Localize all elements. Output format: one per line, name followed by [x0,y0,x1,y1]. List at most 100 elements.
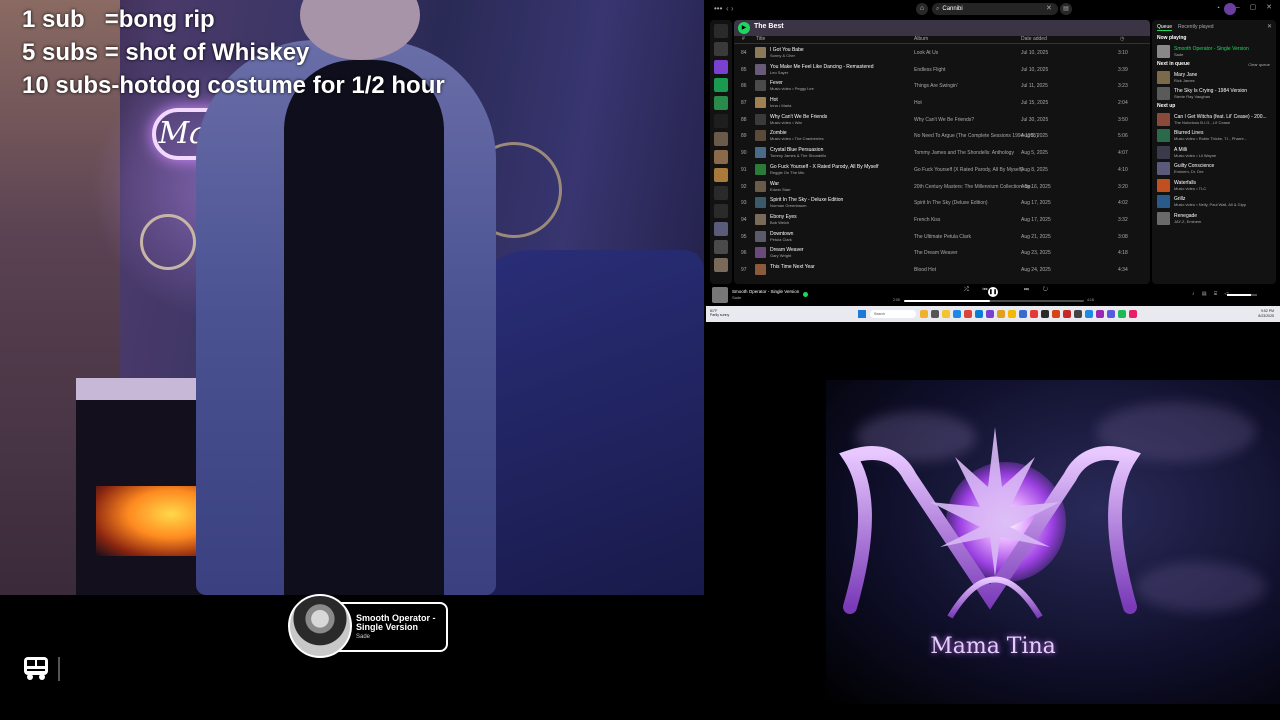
taskbar-app-icon[interactable] [1074,310,1082,318]
taskbar-app-icon[interactable] [1107,310,1115,318]
avatar[interactable] [1224,3,1236,15]
taskbar-app-icon[interactable] [1052,310,1060,318]
shuffle-icon[interactable]: ⤮ [964,287,975,293]
taskbar-app-icon[interactable] [942,310,950,318]
track-artist[interactable]: Gary Wright [770,253,791,258]
menu-icon[interactable]: ••• [714,4,722,13]
sidebar-playlist[interactable] [714,222,728,236]
track-album[interactable]: Spirit In The Sky (Deluxe Edition) [914,200,988,206]
sidebar-playlist[interactable] [714,96,728,110]
queue-item[interactable]: Waterfalls Music video • TLC [1152,177,1276,194]
tab-queue[interactable]: Queue [1157,24,1173,31]
saved-check-icon[interactable] [803,292,808,297]
taskbar-app-icon[interactable] [997,310,1005,318]
weather-widget[interactable]: 81°F Partly sunny [710,309,729,317]
queue-item[interactable]: Grillz Music video • Nelly, Paul Wall, Al… [1152,193,1276,210]
track-row[interactable]: 91 Go Fuck Yourself - X Rated Parody, All… [734,161,1150,178]
col-date[interactable]: Date added [1021,36,1047,42]
taskbar-app-icon[interactable] [1096,310,1104,318]
search-input[interactable]: ⌕ Cannibi [932,3,1058,15]
track-artist[interactable]: Music video • Peggy Lee [770,86,814,91]
sidebar-playlist[interactable] [714,168,728,182]
taskbar-app-icon[interactable] [1008,310,1016,318]
taskbar-app-icon[interactable] [1030,310,1038,318]
taskbar-app-icon[interactable] [920,310,928,318]
track-album[interactable]: French Kiss [914,217,940,223]
track-row[interactable]: 96 Dream Weaver Gary Wright The Dream Weave… [734,244,1150,261]
track-artist[interactable]: Bob Welch [770,220,789,225]
sidebar-playlist[interactable] [714,258,728,272]
library-icon[interactable] [714,24,728,38]
player-extras[interactable]: ♪ ▤ ⌸ ◁ [1192,291,1231,297]
progress-bar[interactable] [904,300,1084,302]
track-artist[interactable]: Sonny & Cher [770,53,795,58]
queue-item[interactable]: Can I Get Witcha (feat. Lil' Cease) - 20… [1152,111,1276,128]
queue-item[interactable]: A Milli Music video • Lil Wayne [1152,144,1276,161]
taskbar-app-icon[interactable] [975,310,983,318]
back-forward-icon[interactable]: ‹ › [726,4,734,13]
track-artist[interactable]: Tommy James & The Shondells [770,153,826,158]
queue-now-playing[interactable]: Smooth Operator - Single Version Sade [1152,43,1276,60]
taskbar-app-icon[interactable] [1129,310,1137,318]
track-album[interactable]: Look At Us [914,50,938,56]
track-row[interactable]: 97 This Time Next Year Blood Hot Aug 24, 20… [734,261,1150,278]
track-artist[interactable]: Reggie On The Mic [770,170,804,175]
sidebar-playlist[interactable] [714,240,728,254]
queue-item[interactable]: Blurred Lines Music video • Robin Thicke,… [1152,127,1276,144]
clock-icon[interactable]: ◷ [1120,36,1124,42]
track-row[interactable]: 84 I Got You Babe Sonny & Cher Look At Us Ju… [734,44,1150,61]
sidebar-playlist[interactable] [714,132,728,146]
taskbar-app-icon[interactable] [1085,310,1093,318]
taskbar-app-icon[interactable] [931,310,939,318]
queue-item[interactable]: Renegade JAY-Z, Eminem [1152,210,1276,227]
track-artist[interactable]: Music video • The Cranberries [770,136,824,141]
track-album[interactable]: No Need To Argue (The Complete Sessions … [914,133,1038,139]
folder-icon[interactable] [714,186,728,200]
taskbar-app-icon[interactable] [964,310,972,318]
col-album[interactable]: Album [914,36,928,42]
add-icon[interactable] [714,42,728,56]
track-row[interactable]: 93 Spirit In The Sky - Deluxe Edition Norm… [734,194,1150,211]
track-row[interactable]: 94 Ebony Eyes Bob Welch French Kiss Aug 17, … [734,211,1150,228]
track-album[interactable]: The Ultimate Petula Clark [914,234,971,240]
track-artist[interactable]: Inna • Marla [770,103,791,108]
taskbar-app-icon[interactable] [1019,310,1027,318]
taskbar-search[interactable]: Search [870,310,916,318]
track-row[interactable]: 86 Fever Music video • Peggy Lee Things Are… [734,77,1150,94]
track-album[interactable]: The Dream Weaver [914,250,958,256]
sidebar-playlist[interactable] [714,78,728,92]
play-playlist-button[interactable]: ▶ [738,22,750,34]
volume-slider[interactable] [1227,294,1257,296]
col-title[interactable]: Title [756,36,765,42]
sidebar-playlist[interactable] [714,150,728,164]
spotify-taskbar-icon[interactable] [1118,310,1126,318]
clear-search-icon[interactable]: ✕ [1046,3,1052,15]
window-controls[interactable]: – ▢ ✕ [1236,3,1276,11]
track-artist[interactable]: Edwin Starr [770,187,791,192]
queue-item[interactable]: The Sky Is Crying - 1984 Version Stevie R… [1152,85,1276,102]
clear-queue-button[interactable]: Clear queue [1248,60,1270,69]
track-album[interactable]: Blood Hot [914,267,936,273]
track-title[interactable]: This Time Next Year [770,264,815,270]
track-artist[interactable]: Norman Greenbaum [770,203,806,208]
sidebar-playlist[interactable] [714,114,728,128]
track-artist[interactable]: Music video • War [770,120,802,125]
next-icon[interactable]: ⏭ [1024,287,1035,293]
pause-button[interactable]: ❚❚ [988,287,998,297]
liked-songs-icon[interactable] [714,60,728,74]
track-artist[interactable]: Petula Clark [770,237,792,242]
track-row[interactable]: 95 Downtown Petula Clark The Ultimate Petul… [734,228,1150,245]
start-icon[interactable] [858,310,866,318]
player-title[interactable]: Smooth Operator - Single Version [732,289,799,294]
track-album[interactable]: Endless Flight [914,67,945,73]
home-icon[interactable]: ⌂ [916,3,928,15]
user-icon[interactable] [714,204,728,218]
track-row[interactable]: 88 Why Can't We Be Friends Music video • W… [734,111,1150,128]
taskbar-app-icon[interactable] [953,310,961,318]
track-album[interactable]: Hot [914,100,922,106]
track-row[interactable]: 85 You Make Me Feel Like Dancing - Remast… [734,61,1150,78]
close-icon[interactable]: ✕ [1267,23,1272,30]
track-row[interactable]: 90 Crystal Blue Persuasion Tommy James & T… [734,144,1150,161]
track-album[interactable]: Why Can't We Be Friends? [914,117,974,123]
track-album[interactable]: Tommy James and The Shondells: Anthology [914,150,1014,156]
